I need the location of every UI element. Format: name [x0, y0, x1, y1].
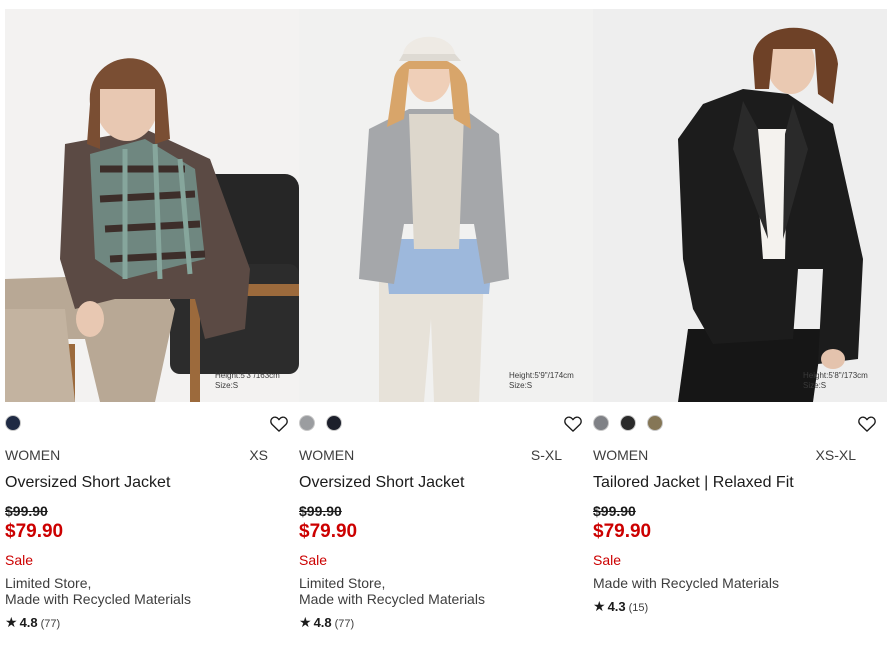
rating[interactable]: ★ 4.8 (77): [5, 614, 60, 632]
color-swatch-black[interactable]: [620, 415, 636, 431]
product-photo-illustration: [5, 9, 299, 402]
model-info-caption: Height:5'9"/174cm Size:S: [509, 371, 574, 391]
size-range: XS: [249, 447, 268, 463]
note-line: Made with Recycled Materials: [5, 591, 191, 607]
color-swatch-gray[interactable]: [593, 415, 609, 431]
rating[interactable]: ★ 4.3 (15): [593, 598, 648, 616]
star-icon: ★: [593, 598, 606, 614]
note-line: Limited Store,: [5, 575, 92, 591]
model-info-caption: Height:5'8"/173cm Size:S: [803, 371, 868, 391]
product-image[interactable]: Height:5'8"/173cm Size:S: [593, 9, 887, 402]
favorite-heart-icon[interactable]: [857, 414, 877, 434]
color-swatch-gray[interactable]: [299, 415, 315, 431]
sale-price: $79.90: [299, 521, 358, 542]
note-line: Limited Store,: [299, 575, 386, 591]
original-price: $99.90: [593, 503, 636, 519]
rating-score: 4.8: [19, 615, 38, 630]
model-size: Size:S: [803, 381, 827, 390]
gender-label: WOMEN: [593, 447, 649, 463]
product-name-link[interactable]: Tailored Jacket | Relaxed Fit: [593, 473, 794, 493]
favorite-heart-icon[interactable]: [563, 414, 583, 434]
review-count: (77): [40, 618, 61, 630]
size-range: XS-XL: [815, 447, 856, 463]
rating-score: 4.3: [607, 599, 626, 614]
model-info-caption: Height:5'3"/163cm Size:S: [215, 371, 280, 391]
product-grid: Height:5'3"/163cm Size:S WOMEN XS Oversi…: [5, 9, 887, 639]
original-price: $99.90: [5, 503, 48, 519]
model-size: Size:S: [215, 381, 239, 390]
review-count: (77): [334, 618, 355, 630]
sale-badge: Sale: [5, 552, 34, 568]
gender-label: WOMEN: [5, 447, 61, 463]
gender-label: WOMEN: [299, 447, 355, 463]
product-notes: Made with Recycled Materials: [593, 575, 779, 591]
note-line: Made with Recycled Materials: [299, 591, 485, 607]
model-height: Height:5'3"/163cm: [215, 371, 280, 380]
product-name-link[interactable]: Oversized Short Jacket: [299, 473, 464, 493]
sale-price: $79.90: [593, 521, 652, 542]
color-swatch-olive[interactable]: [647, 415, 663, 431]
note-line: Made with Recycled Materials: [593, 575, 779, 591]
product-photo-illustration: [593, 9, 887, 402]
product-card[interactable]: Height:5'9"/174cm Size:S WOMEN S-XL Over…: [299, 9, 593, 639]
model-size: Size:S: [509, 381, 533, 390]
product-card[interactable]: Height:5'3"/163cm Size:S WOMEN XS Oversi…: [5, 9, 299, 639]
rating-score: 4.8: [313, 615, 332, 630]
product-card[interactable]: Height:5'8"/173cm Size:S WOMEN XS-XL Tai…: [593, 9, 887, 639]
sale-badge: Sale: [299, 552, 328, 568]
sale-price: $79.90: [5, 521, 64, 542]
star-icon: ★: [5, 614, 18, 630]
favorite-heart-icon[interactable]: [269, 414, 289, 434]
review-count: (15): [628, 602, 649, 614]
color-swatch-navy[interactable]: [5, 415, 21, 431]
product-image[interactable]: Height:5'3"/163cm Size:S: [5, 9, 299, 402]
original-price: $99.90: [299, 503, 342, 519]
model-height: Height:5'9"/174cm: [509, 371, 574, 380]
star-icon: ★: [299, 614, 312, 630]
rating[interactable]: ★ 4.8 (77): [299, 614, 354, 632]
product-notes: Limited Store, Made with Recycled Materi…: [5, 575, 191, 607]
sale-badge: Sale: [593, 552, 622, 568]
product-name-link[interactable]: Oversized Short Jacket: [5, 473, 170, 493]
product-photo-illustration: [299, 9, 593, 402]
product-image[interactable]: Height:5'9"/174cm Size:S: [299, 9, 593, 402]
product-notes: Limited Store, Made with Recycled Materi…: [299, 575, 485, 607]
color-swatch-navy[interactable]: [326, 415, 342, 431]
size-range: S-XL: [530, 447, 562, 463]
model-height: Height:5'8"/173cm: [803, 371, 868, 380]
